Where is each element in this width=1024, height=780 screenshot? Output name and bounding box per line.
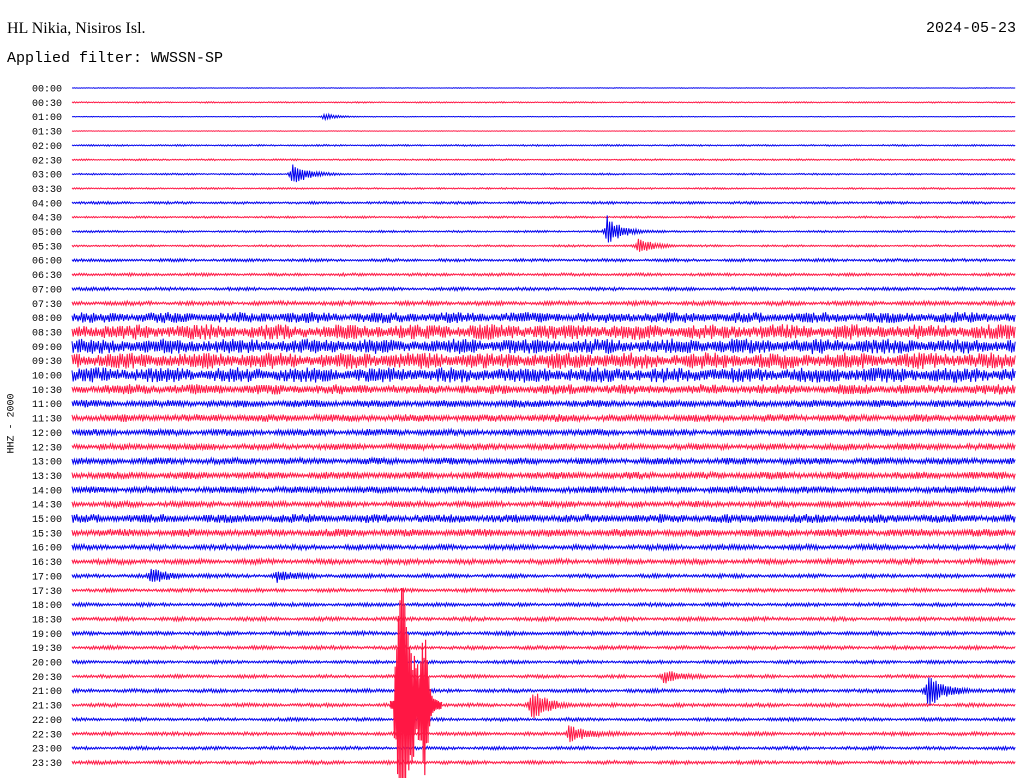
trace-time-label: 17:30 [32, 587, 62, 598]
trace-time-label: 15:00 [32, 515, 62, 526]
seismic-trace [71, 568, 1016, 583]
seismic-trace [71, 257, 1016, 263]
trace-time-label: 04:30 [32, 214, 62, 225]
seismic-trace [71, 87, 1016, 89]
seismic-trace [71, 499, 1016, 510]
trace-time-label: 09:30 [32, 357, 62, 368]
trace-time-label: 16:00 [32, 544, 62, 555]
trace-time-label: 12:00 [32, 429, 62, 440]
trace-time-label: 02:00 [32, 142, 62, 153]
trace-time-label: 23:00 [32, 745, 62, 756]
seismic-trace [71, 556, 1016, 567]
trace-time-label: 13:00 [32, 458, 62, 469]
seismic-trace [71, 615, 1016, 623]
trace-time-label: 04:00 [32, 199, 62, 210]
helicorder-plot: 00:00 00:30 01:00 01:30 02:00 02:30 03:00 03:30… [32, 85, 1016, 779]
trace-time-label: 11:30 [32, 415, 62, 426]
trace-time-label: 14:30 [32, 501, 62, 512]
seismic-trace [71, 513, 1016, 524]
seismic-trace [71, 601, 1016, 608]
seismic-trace [71, 644, 1016, 652]
seismic-trace [71, 299, 1016, 308]
trace-time-label: 20:30 [32, 673, 62, 684]
seismic-trace [71, 629, 1016, 637]
seismic-trace [71, 200, 1016, 206]
trace-time-label: 03:00 [32, 171, 62, 182]
seismic-trace [71, 285, 1016, 292]
trace-time-label: 07:30 [32, 300, 62, 311]
seismic-trace [71, 427, 1016, 438]
seismic-trace [71, 528, 1016, 538]
seismic-trace [71, 716, 1016, 723]
seismic-trace [71, 413, 1016, 424]
trace-time-label: 19:30 [32, 644, 62, 655]
seismic-trace [71, 311, 1016, 324]
trace-time-label: 19:00 [32, 630, 62, 641]
seismic-trace [71, 658, 1016, 666]
seismic-trace [71, 164, 1016, 183]
trace-time-label: 15:30 [32, 529, 62, 540]
seismic-trace [71, 338, 1016, 355]
trace-time-label: 02:30 [32, 156, 62, 167]
trace-time-label: 22:30 [32, 730, 62, 741]
trace-time-label: 13:30 [32, 472, 62, 483]
trace-time-label: 23:30 [32, 759, 62, 770]
seismic-trace [71, 759, 1016, 766]
seismic-trace [71, 470, 1016, 481]
trace-time-label: 05:00 [32, 228, 62, 239]
seismic-trace [71, 671, 1016, 684]
seismic-trace [71, 186, 1016, 191]
trace-time-label: 09:00 [32, 343, 62, 354]
time-label-group: 00:00 00:30 01:00 01:30 02:00 02:30 03:00 03:30… [32, 85, 62, 770]
trace-time-label: 01:30 [32, 128, 62, 139]
trace-time-label: 14:00 [32, 486, 62, 497]
trace-time-label: 20:00 [32, 659, 62, 670]
trace-time-label: 16:30 [32, 558, 62, 569]
seismic-trace [71, 677, 1016, 705]
seismic-trace [71, 744, 1016, 752]
seismic-trace [71, 130, 1016, 132]
seismic-trace [71, 112, 1016, 122]
seismic-trace [71, 215, 1016, 243]
seismic-trace [71, 456, 1016, 467]
trace-time-label: 01:00 [32, 113, 62, 124]
seismic-trace [71, 484, 1016, 495]
trace-time-label: 22:00 [32, 716, 62, 727]
trace-time-label: 06:30 [32, 271, 62, 282]
trace-time-label: 12:30 [32, 443, 62, 454]
seismic-trace [71, 324, 1016, 340]
trace-time-label: 00:30 [32, 99, 62, 110]
trace-time-label: 11:00 [32, 400, 62, 411]
seismic-trace [71, 271, 1016, 278]
trace-time-label: 10:30 [32, 386, 62, 397]
trace-time-label: 00:00 [32, 85, 62, 96]
trace-time-label: 03:30 [32, 185, 62, 196]
trace-time-label: 10:00 [32, 372, 62, 383]
seismic-trace [71, 352, 1016, 370]
seismic-trace [71, 725, 1016, 743]
seismic-trace [71, 441, 1016, 452]
trace-time-label: 08:30 [32, 328, 62, 339]
trace-time-label: 18:30 [32, 615, 62, 626]
seismic-trace [71, 398, 1016, 409]
trace-time-label: 08:00 [32, 314, 62, 325]
trace-time-label: 07:00 [32, 285, 62, 296]
trace-time-label: 17:00 [32, 572, 62, 583]
trace-time-label: 05:30 [32, 242, 62, 253]
trace-time-label: 06:00 [32, 257, 62, 268]
seismic-trace [71, 143, 1016, 148]
seismic-trace [71, 215, 1016, 220]
seismic-trace [71, 238, 1016, 252]
trace-time-label: 21:30 [32, 702, 62, 713]
trace-group [71, 87, 1016, 779]
trace-time-label: 18:00 [32, 601, 62, 612]
seismic-trace [71, 100, 1016, 104]
seismic-trace [71, 158, 1016, 162]
seismic-trace [71, 384, 1016, 395]
seismic-trace [71, 693, 1016, 719]
seismic-trace [71, 367, 1016, 383]
seismic-trace [71, 542, 1016, 552]
trace-time-label: 21:00 [32, 687, 62, 698]
seismic-trace [71, 586, 1016, 594]
